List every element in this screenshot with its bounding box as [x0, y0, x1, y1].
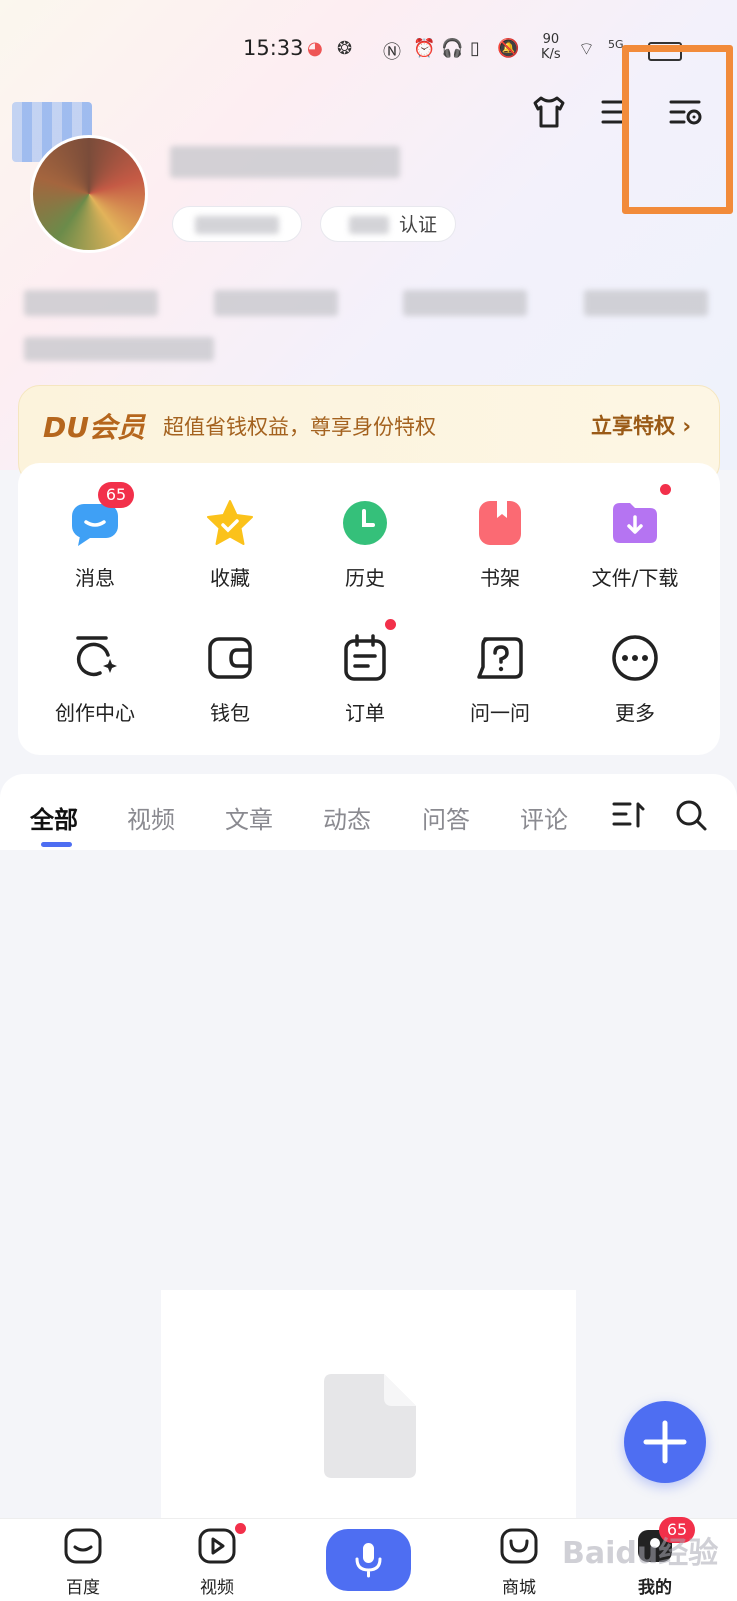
more-icon: [610, 633, 660, 683]
tab-all[interactable]: 全部: [30, 800, 78, 835]
action-label: 收藏: [210, 566, 250, 590]
action-label: 文件/下载: [591, 566, 679, 590]
search-icon[interactable]: [674, 798, 708, 836]
vip-description: 超值省钱权益，尊享身份特权: [163, 415, 436, 439]
avatar[interactable]: [30, 135, 148, 253]
baidu-home-icon: [64, 1528, 102, 1564]
content-tabs: 全部 视频 文章 动态 问答 评论: [0, 774, 737, 850]
action-downloads[interactable]: 文件/下载: [565, 484, 705, 591]
order-red-dot: [385, 619, 396, 630]
verify-label: 认证: [398, 214, 437, 236]
net-speed-value: 90: [542, 32, 560, 47]
voice-search-button[interactable]: [326, 1529, 411, 1591]
action-ask[interactable]: 问一问: [430, 633, 570, 726]
action-messages[interactable]: 65 消息: [25, 482, 165, 591]
action-more[interactable]: 更多: [565, 633, 705, 726]
empty-document-icon: [324, 1374, 416, 1478]
active-tab-indicator: [41, 842, 72, 847]
stat-3-blurred[interactable]: [403, 290, 527, 316]
tab-article[interactable]: 文章: [225, 800, 273, 835]
nav-home[interactable]: 百度: [38, 1525, 128, 1598]
filter-sort-icon[interactable]: [612, 800, 646, 834]
download-folder-icon: [610, 484, 671, 548]
highlight-annotation-box: [622, 45, 733, 214]
nav-label: 我的: [638, 1578, 672, 1598]
nav-video[interactable]: 视频: [172, 1523, 262, 1598]
alarm-icon: ⏰: [413, 38, 436, 59]
action-label: 创作中心: [55, 701, 135, 725]
mute-icon: 🔕: [497, 38, 520, 59]
level-pill[interactable]: [172, 206, 302, 242]
video-icon: [198, 1528, 236, 1564]
action-label: 书架: [480, 566, 520, 590]
app-notification-icon: ◕: [307, 38, 323, 59]
mall-icon: [500, 1528, 538, 1564]
plus-icon: [643, 1420, 687, 1464]
nfc-icon: Ⓝ: [383, 42, 401, 63]
action-label: 订单: [345, 701, 385, 725]
status-time: 15:33: [243, 36, 304, 60]
stat-2-blurred[interactable]: [214, 290, 338, 316]
action-favorites[interactable]: 收藏: [160, 498, 300, 591]
creation-icon: [70, 633, 120, 683]
ip-location-blurred: [24, 337, 214, 361]
net-speed: 90 K/s: [541, 32, 561, 62]
nav-label: 视频: [200, 1578, 234, 1598]
wifi-icon: ⌔: [578, 39, 595, 60]
wallet-icon: [205, 633, 255, 683]
message-icon: 65: [70, 482, 134, 548]
vip-cta-button[interactable]: 立享特权 ›: [591, 410, 691, 440]
headphone-icon: 🎧: [441, 38, 464, 59]
tab-qa[interactable]: 问答: [422, 800, 470, 835]
quick-actions-card: 65 消息 收藏 历史 书架 文件/下载 创作中心 钱包 订单 问一问 更多: [18, 463, 720, 755]
clock-icon: [340, 498, 390, 548]
action-label: 历史: [345, 566, 385, 590]
action-label: 更多: [615, 701, 655, 725]
tab-video[interactable]: 视频: [127, 800, 175, 835]
wechat-icon: ❂: [337, 38, 353, 59]
watermark: Baidu经验: [562, 1536, 719, 1571]
bookshelf-icon: [475, 498, 525, 548]
net-speed-unit: K/s: [541, 47, 561, 62]
star-icon: [205, 498, 255, 548]
verify-prefix-blurred: [349, 216, 389, 234]
nav-label: 百度: [66, 1578, 100, 1598]
action-orders[interactable]: 订单: [295, 619, 435, 726]
verify-pill[interactable]: 认证: [320, 206, 456, 242]
action-label: 钱包: [210, 701, 250, 725]
action-bookshelf[interactable]: 书架: [430, 498, 570, 591]
action-history[interactable]: 历史: [295, 498, 435, 591]
video-red-dot: [235, 1523, 246, 1534]
tab-comment[interactable]: 评论: [520, 800, 568, 835]
empty-state: [161, 1290, 576, 1530]
microphone-icon: [355, 1543, 382, 1578]
nav-mall[interactable]: 商城: [474, 1525, 564, 1598]
action-wallet[interactable]: 钱包: [160, 633, 300, 726]
add-post-button[interactable]: [624, 1401, 706, 1483]
stat-4-blurred[interactable]: [584, 290, 708, 316]
message-count-badge: 65: [98, 482, 134, 508]
action-label: 问一问: [470, 701, 530, 725]
action-creation-center[interactable]: 创作中心: [25, 633, 165, 726]
stat-1-blurred[interactable]: [24, 290, 158, 316]
vip-logo: DU会员: [43, 411, 145, 444]
vip-cta-label: 立享特权: [591, 414, 676, 438]
download-red-dot: [660, 484, 671, 495]
level-blurred: [195, 216, 279, 234]
tshirt-skin-icon[interactable]: [529, 92, 569, 132]
question-icon: [475, 633, 525, 683]
username-blurred[interactable]: [170, 146, 400, 178]
vibrate-icon: ▯: [470, 38, 480, 59]
nav-label: 商城: [502, 1578, 536, 1598]
tab-dynamic[interactable]: 动态: [323, 800, 371, 835]
order-icon: [340, 619, 396, 683]
action-label: 消息: [75, 566, 115, 590]
